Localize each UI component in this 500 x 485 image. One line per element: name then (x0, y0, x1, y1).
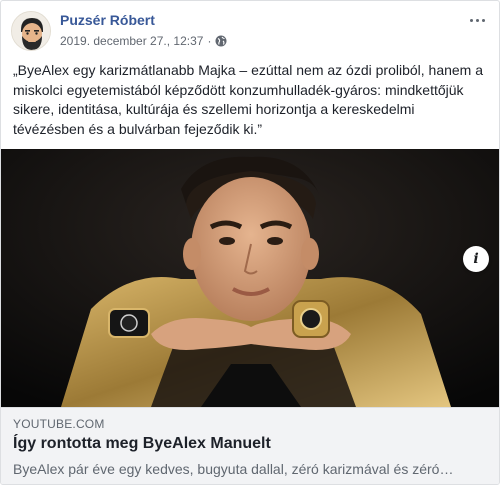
more-options-icon[interactable] (465, 11, 489, 29)
link-title[interactable]: Így rontotta meg ByeAlex Manuelt (13, 435, 271, 453)
globe-icon[interactable] (215, 35, 227, 47)
post-meta: 2019. december 27., 12:37 · (60, 34, 227, 48)
post-header: Puzsér Róbert 2019. december 27., 12:37 … (1, 1, 499, 61)
author-avatar[interactable] (11, 11, 51, 51)
facebook-post: Puzsér Róbert 2019. december 27., 12:37 … (0, 0, 500, 485)
link-preview-image[interactable] (1, 149, 499, 407)
post-author-name[interactable]: Puzsér Róbert (60, 12, 155, 28)
post-body-text: „ByeAlex egy karizmátlanabb Majka – ezút… (13, 62, 484, 137)
info-icon[interactable]: i (463, 246, 489, 272)
link-preview-card[interactable]: YOUTUBE.COM Így rontotta meg ByeAlex Man… (1, 407, 499, 484)
video-thumbnail-image (1, 149, 499, 407)
link-domain: YOUTUBE.COM (13, 417, 105, 431)
link-description: ByeAlex pár éve egy kedves, bugyuta dall… (13, 461, 454, 477)
meta-separator: · (207, 34, 212, 48)
avatar-caricature-icon (12, 12, 50, 50)
post-timestamp[interactable]: 2019. december 27., 12:37 (60, 34, 203, 48)
